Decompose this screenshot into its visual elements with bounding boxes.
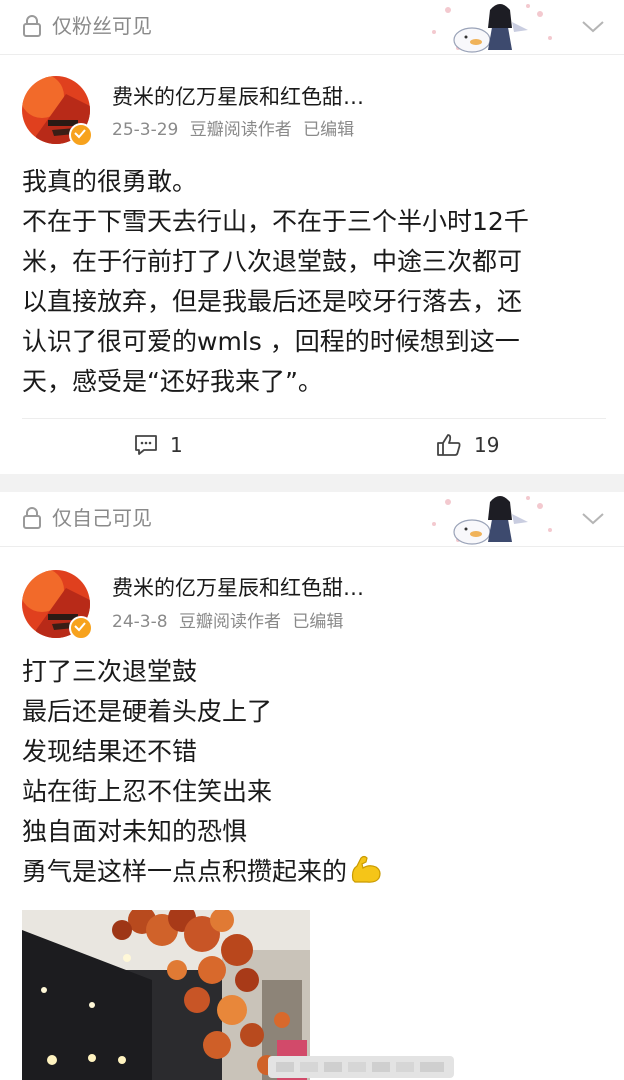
anime-characters-illustration xyxy=(432,496,552,545)
anime-characters-illustration xyxy=(432,4,552,53)
post-line: 站在街上忍不住笑出来 xyxy=(22,777,273,806)
author-name[interactable]: 费米的亿万星辰和红色甜… xyxy=(112,574,364,602)
verified-badge xyxy=(69,123,93,147)
edited-label: 已编辑 xyxy=(303,120,355,140)
lock-icon xyxy=(23,15,41,37)
post-photo[interactable] xyxy=(22,910,310,1080)
post-line: 发现结果还不错 xyxy=(22,737,198,766)
post-line: 勇气是这样一点点积攒起来的 xyxy=(22,857,348,886)
post-line: 天，感受是“还好我来了”。 xyxy=(22,367,323,396)
post-card: 仅粉丝可见 费米的亿万星辰和红色甜… 25-3-29 豆瓣阅读作者 已编辑 我真… xyxy=(0,0,624,474)
chevron-down-icon[interactable] xyxy=(580,508,606,528)
post-body: 打了三次退堂鼓 最后还是硬着头皮上了 发现结果还不错 站在街上忍不住笑出来 独自… xyxy=(22,652,606,892)
visibility-label: 仅自己可见 xyxy=(52,506,152,530)
post-date: 25-3-29 xyxy=(112,120,179,140)
like-count: 19 xyxy=(474,433,500,457)
post-source: 豆瓣阅读作者 xyxy=(189,120,292,140)
post-line: 独自面对未知的恐惧 xyxy=(22,817,248,846)
like-button[interactable]: 19 xyxy=(436,429,499,461)
checkmark-icon xyxy=(74,129,86,139)
comment-icon xyxy=(135,435,157,455)
visibility-header: 仅自己可见 xyxy=(0,492,624,547)
post-source: 豆瓣阅读作者 xyxy=(178,612,281,632)
flower-storefront-photo xyxy=(22,910,310,1080)
post-date: 24-3-8 xyxy=(112,612,168,632)
edited-label: 已编辑 xyxy=(292,612,344,632)
verified-badge xyxy=(69,616,93,640)
lock-icon xyxy=(23,507,41,529)
post-card: 仅自己可见 费米的亿万星辰和红色甜… 24-3-8 豆瓣阅读作者 已编辑 打了三… xyxy=(0,492,624,1080)
action-bar: 1 19 xyxy=(22,418,606,475)
post-line: 打了三次退堂鼓 xyxy=(22,657,198,686)
post-line: 最后还是硬着头皮上了 xyxy=(22,697,273,726)
post-body: 我真的很勇敢。 不在于下雪天去行山，不在于三个半小时12千 米，在于行前打了八次… xyxy=(22,162,606,402)
blurred-watermark xyxy=(268,1056,454,1078)
post-line: 米，在于行前打了八次退堂鼓，中途三次都可 xyxy=(22,247,523,276)
visibility-header: 仅粉丝可见 xyxy=(0,0,624,55)
post-line: 我真的很勇敢。 xyxy=(22,167,198,196)
post-meta: 25-3-29 豆瓣阅读作者 已编辑 xyxy=(112,119,360,141)
chevron-down-icon[interactable] xyxy=(580,16,606,36)
flexed-biceps-icon xyxy=(351,855,381,883)
comment-count: 1 xyxy=(170,433,183,457)
post-meta: 24-3-8 豆瓣阅读作者 已编辑 xyxy=(112,611,349,633)
author-name[interactable]: 费米的亿万星辰和红色甜… xyxy=(112,83,364,111)
post-line: 以直接放弃，但是我最后还是咬牙行落去，还 xyxy=(22,287,523,316)
thumbs-up-icon xyxy=(437,434,461,456)
post-line: 不在于下雪天去行山，不在于三个半小时12千 xyxy=(22,207,529,236)
checkmark-icon xyxy=(74,622,86,632)
visibility-label: 仅粉丝可见 xyxy=(52,14,152,38)
post-line-with-emoji: 勇气是这样一点点积攒起来的 xyxy=(22,852,606,892)
comment-button[interactable]: 1 xyxy=(134,429,183,461)
post-line: 认识了很可爱的wmls ，回程的时候想到这一 xyxy=(22,327,520,356)
